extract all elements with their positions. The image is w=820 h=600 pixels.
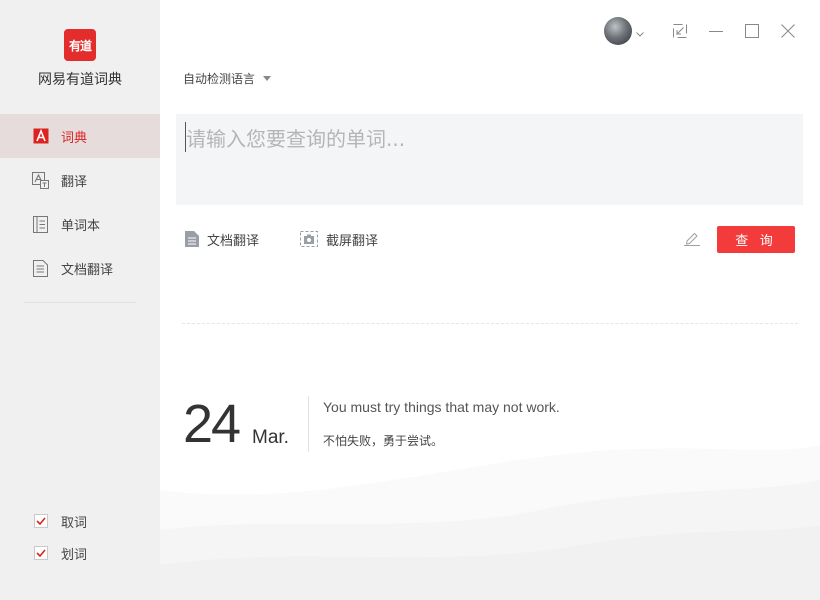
user-avatar[interactable]	[604, 17, 632, 45]
capture-options: 取词 划词	[34, 505, 87, 569]
search-box[interactable]	[176, 114, 803, 205]
maximize-icon[interactable]	[734, 17, 770, 45]
close-icon[interactable]	[770, 17, 806, 45]
sidebar-item-wordbook[interactable]: 单词本	[0, 202, 160, 246]
sidebar-divider	[24, 302, 136, 303]
main-panel: 自动检测语言 文档翻译 截屏翻译 查 询 24 Mar. You must tr…	[160, 0, 820, 600]
sidebar-item-label: 词典	[61, 130, 88, 146]
search-input[interactable]	[176, 114, 803, 162]
document-translate-button[interactable]: 文档翻译	[185, 225, 259, 253]
tool-row: 文档翻译 截屏翻译 查 询	[160, 225, 820, 253]
option-label: 划词	[61, 547, 88, 563]
caret-down-icon	[263, 76, 272, 81]
chevron-down-icon[interactable]	[636, 22, 644, 41]
app-name: 网易有道词典	[38, 72, 122, 88]
document-icon	[32, 259, 49, 277]
logo-text: 有道	[68, 38, 92, 53]
language-label: 自动检测语言	[183, 72, 256, 86]
sidebar: 有道 网易有道词典 词典 翻译 单词本 文档翻译 取词 划词	[0, 0, 160, 600]
text-cursor	[185, 122, 186, 152]
window-controls	[604, 17, 806, 45]
query-button[interactable]: 查 询	[717, 226, 795, 253]
screenshot-translate-button[interactable]: 截屏翻译	[300, 225, 378, 253]
option-capture-word[interactable]: 取词	[34, 505, 87, 537]
sidebar-item-dictionary[interactable]: 词典	[0, 114, 160, 158]
sidebar-item-translate[interactable]: 翻译	[0, 158, 160, 202]
sidebar-nav: 词典 翻译 单词本 文档翻译	[0, 114, 160, 290]
tool-label: 截屏翻译	[326, 233, 379, 249]
checkbox-checked-icon[interactable]	[34, 514, 48, 528]
document-translate-icon	[185, 231, 199, 247]
dictionary-icon	[32, 128, 49, 145]
minimize-icon[interactable]	[698, 17, 734, 45]
checkbox-checked-icon[interactable]	[34, 546, 48, 560]
divider-dashed	[182, 323, 798, 324]
option-label: 取词	[61, 515, 88, 531]
sidebar-item-label: 文档翻译	[61, 262, 114, 278]
tool-label: 文档翻译	[207, 233, 260, 249]
language-select[interactable]: 自动检测语言	[183, 70, 272, 87]
option-select-word[interactable]: 划词	[34, 537, 87, 569]
background-waves	[160, 445, 820, 600]
sidebar-item-label: 单词本	[61, 218, 101, 234]
sidebar-item-label: 翻译	[61, 174, 88, 190]
translate-icon	[32, 171, 49, 189]
screenshot-translate-icon	[300, 231, 318, 247]
sidebar-item-document-translate[interactable]: 文档翻译	[0, 246, 160, 290]
edit-pen-icon[interactable]	[683, 230, 701, 250]
app-logo: 有道	[64, 29, 96, 61]
wordbook-icon	[32, 215, 49, 233]
shrink-icon[interactable]	[662, 17, 698, 45]
daily-quote-english: You must try things that may not work.	[323, 399, 560, 415]
